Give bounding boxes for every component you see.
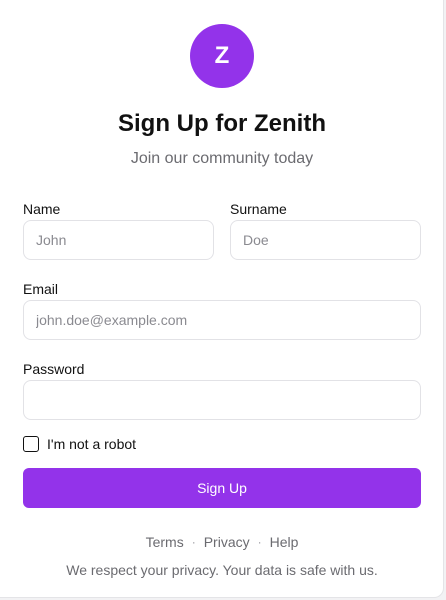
zenith-logo: Z <box>190 24 254 88</box>
logo-letter: Z <box>214 42 230 69</box>
robot-check-label[interactable]: I'm not a robot <box>47 436 136 452</box>
page-subtitle: Join our community today <box>130 150 314 167</box>
surname-label: Surname <box>230 201 287 217</box>
footer-separator: · <box>257 535 262 549</box>
help-link[interactable]: Help <box>270 534 299 550</box>
email-input[interactable] <box>23 300 421 340</box>
surname-input[interactable] <box>230 220 421 260</box>
name-label: Name <box>23 201 61 217</box>
footer-links: Terms · Privacy · Help <box>0 534 444 550</box>
robot-check-row[interactable]: I'm not a robot <box>23 435 136 453</box>
password-input[interactable] <box>23 380 421 420</box>
page-title: Sign Up for Zenith <box>118 110 326 137</box>
privacy-link[interactable]: Privacy <box>204 534 250 550</box>
password-label: Password <box>23 361 85 377</box>
robot-checkbox[interactable] <box>23 436 39 452</box>
privacy-note: We respect your privacy. Your data is sa… <box>66 562 378 578</box>
name-input[interactable] <box>23 220 214 260</box>
signup-card: Z Sign Up for Zenith Join our community … <box>0 0 444 598</box>
email-label: Email <box>23 281 59 297</box>
footer-separator: · <box>191 535 196 549</box>
terms-link[interactable]: Terms <box>146 534 184 550</box>
sign-up-button[interactable]: Sign Up <box>23 468 421 508</box>
